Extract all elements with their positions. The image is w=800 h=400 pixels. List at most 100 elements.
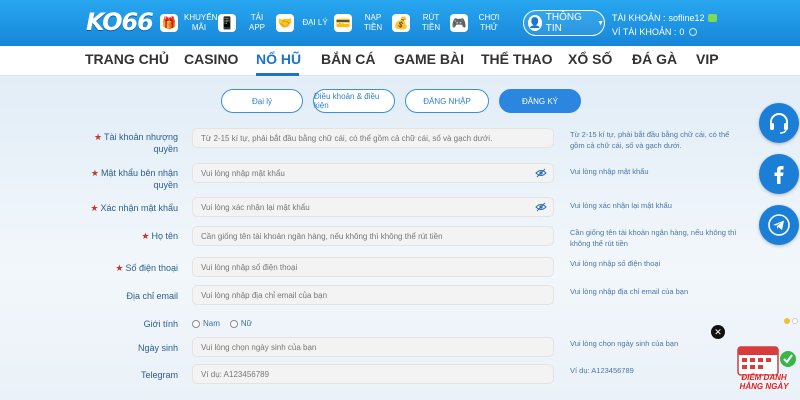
- telegram-input[interactable]: Ví dụ: A123456789: [192, 364, 554, 384]
- confirm-password-placeholder: Vui lòng xác nhận lại mật khẩu: [201, 202, 310, 212]
- label-text: Tài khoản nhượng quyền: [104, 132, 178, 154]
- radio-label: Nữ: [240, 319, 253, 328]
- label-text: Họ tên: [151, 231, 178, 241]
- tab-agency[interactable]: Đại lý: [221, 89, 303, 113]
- email-placeholder: Vui lòng nhập địa chỉ email của bạn: [201, 290, 328, 300]
- email-label: Địa chỉ email: [68, 290, 178, 302]
- nav-promotions[interactable]: 🎁 KHUYẾN MÃI: [160, 6, 218, 40]
- tab-login[interactable]: ĐĂNG NHẬP: [405, 89, 489, 113]
- confirm-password-label: ★ Xác nhận mật khẩu: [68, 202, 178, 214]
- telegram-label: Telegram: [68, 369, 178, 381]
- birthday-label: Ngày sinh: [68, 342, 178, 354]
- phone-label: ★ Số điện thoại: [68, 262, 178, 274]
- label-text: Mật khẩu bên nhận quyền: [100, 168, 178, 190]
- label-text: Số điện thoại: [125, 263, 178, 273]
- account-label: TÀI KHOẢN :: [612, 13, 666, 23]
- active-nav-underline: [256, 73, 299, 76]
- eye-slash-icon[interactable]: [535, 202, 547, 212]
- handshake-icon: 🤝: [276, 14, 294, 32]
- gender-female-radio[interactable]: Nữ: [229, 319, 253, 328]
- daily-checkin-text[interactable]: ĐIỂM DANH HẰNG NGÀY: [729, 373, 799, 391]
- fullname-placeholder: Cần giống tên tài khoản ngân hàng, nếu k…: [201, 231, 443, 241]
- telegram-icon: [768, 214, 790, 236]
- fullname-input[interactable]: Cần giống tên tài khoản ngân hàng, nếu k…: [192, 226, 554, 246]
- label-text: Xác nhận mật khẩu: [100, 203, 178, 213]
- username-input[interactable]: Từ 2-15 kí tự, phải bắt đầu bằng chữ cái…: [192, 128, 554, 148]
- telegram-placeholder: Ví dụ: A123456789: [201, 369, 270, 379]
- nav-item-cockfight[interactable]: ĐÁ GÀ: [632, 51, 677, 67]
- password-hint: Vui lòng nhập mật khẩu: [570, 167, 649, 176]
- eye-slash-icon[interactable]: [535, 168, 547, 178]
- label-text: Ngày sinh: [137, 343, 178, 353]
- gender-male-radio[interactable]: Nam: [192, 319, 220, 328]
- nav-agency[interactable]: 🤝 ĐẠI LÝ: [276, 6, 334, 40]
- facebook-button[interactable]: [759, 154, 799, 194]
- carousel-dot[interactable]: [792, 318, 798, 324]
- nav-label: ĐẠI LÝ: [302, 18, 328, 27]
- site-logo[interactable]: KO66: [86, 7, 154, 37]
- username-hint: Từ 2-15 kí tự, phải bắt đầu bằng chữ cái…: [570, 130, 730, 150]
- account-username: sofline12: [668, 13, 705, 23]
- telegram-button[interactable]: [759, 205, 799, 245]
- password-placeholder: Vui lòng nhập mật khẩu: [201, 168, 285, 178]
- top-header: KO66 🎁 KHUYẾN MÃI 📱 TẢI APP 🤝 ĐẠI LÝ 💳 N…: [0, 0, 800, 46]
- phone-placeholder: Vui lòng nhập số điện thoại: [201, 262, 298, 272]
- nav-label: RÚT TIỀN: [421, 13, 441, 32]
- confirm-password-hint: Vui lòng xác nhận lại mật khẩu: [570, 201, 672, 210]
- account-badge-icon[interactable]: [707, 14, 717, 22]
- nav-deposit[interactable]: 💳 NẠP TIỀN: [334, 6, 392, 40]
- wallet-balance: 0: [679, 27, 685, 37]
- label-text: Giới tính: [143, 319, 178, 329]
- info-label: THÔNG TIN: [545, 12, 582, 34]
- required-star-icon: ★: [141, 231, 150, 241]
- fullname-hint: Cần giống tên tài khoản ngân hàng, nếu k…: [570, 228, 737, 248]
- required-star-icon: ★: [90, 168, 99, 178]
- gender-radio-group: Nam Nữ: [192, 319, 262, 328]
- nav-download-app[interactable]: 📱 TẢI APP: [218, 6, 276, 40]
- refresh-icon[interactable]: [689, 28, 698, 36]
- nav-item-casino[interactable]: CASINO: [184, 51, 238, 67]
- radio-label: Nam: [203, 319, 220, 328]
- telegram-hint: Ví dụ: A123456789: [570, 366, 634, 375]
- password-input[interactable]: Vui lòng nhập mật khẩu: [192, 163, 554, 183]
- nav-label: KHUYẾN MÃI: [184, 13, 218, 32]
- wallet-icon: 💳: [334, 14, 352, 32]
- phone-icon: 📱: [218, 14, 236, 32]
- nav-item-card-games[interactable]: GAME BÀI: [394, 51, 464, 67]
- gamepad-icon: 🎮: [450, 14, 468, 32]
- radio-circle[interactable]: [192, 319, 200, 328]
- close-icon[interactable]: ✕: [711, 325, 725, 339]
- gift-icon: 🎁: [160, 14, 178, 32]
- account-panel: TÀI KHOẢN : sofline12 VÍ TÀI KHOẢN : 0: [612, 11, 717, 39]
- phone-input[interactable]: Vui lòng nhập số điện thoại: [192, 257, 554, 277]
- confirm-password-input[interactable]: Vui lòng xác nhận lại mật khẩu: [192, 197, 554, 217]
- nav-item-vip[interactable]: VIP: [696, 51, 719, 67]
- birthday-input[interactable]: Vui lòng chọn ngày sinh của bạn: [192, 337, 554, 357]
- label-text: Telegram: [140, 370, 178, 380]
- tab-register[interactable]: ĐĂNG KÝ: [499, 89, 581, 113]
- nav-item-sports[interactable]: THỂ THAO: [481, 51, 553, 67]
- label-text: Địa chỉ email: [126, 291, 178, 301]
- nav-item-slots[interactable]: NỔ HŨ: [256, 51, 301, 67]
- username-placeholder: Từ 2-15 kí tự, phải bắt đầu bằng chữ cái…: [201, 133, 493, 143]
- required-star-icon: ★: [90, 203, 99, 213]
- password-label: ★ Mật khẩu bên nhận quyền: [68, 167, 178, 191]
- nav-try-play[interactable]: 🎮 CHƠI THỬ: [450, 6, 508, 40]
- tab-terms[interactable]: Điều khoản & điều kiện: [313, 89, 395, 113]
- radio-circle[interactable]: [229, 319, 238, 328]
- carousel-dot[interactable]: [784, 318, 790, 324]
- support-button[interactable]: [759, 103, 799, 143]
- daily-checkin-promo[interactable]: [728, 343, 800, 400]
- email-input[interactable]: Vui lòng nhập địa chỉ email của bạn: [192, 285, 554, 305]
- main-navigation: TRANG CHỦ CASINO NỔ HŨ BẮN CÁ GAME BÀI T…: [0, 46, 800, 76]
- phone-hint: Vui lòng nhập số điện thoại: [570, 259, 661, 268]
- nav-withdraw[interactable]: 💰 RÚT TIỀN: [392, 6, 450, 40]
- chevron-down-icon: ▼: [597, 19, 604, 27]
- fullname-label: ★ Họ tên: [68, 230, 178, 242]
- nav-item-fishing[interactable]: BẮN CÁ: [321, 51, 375, 67]
- required-star-icon: ★: [115, 263, 124, 273]
- nav-item-home[interactable]: TRANG CHỦ: [85, 51, 169, 67]
- nav-item-lottery[interactable]: XỔ SỐ: [568, 51, 612, 67]
- carousel-dots: [784, 318, 800, 324]
- info-dropdown-button[interactable]: 👤 THÔNG TIN ▼: [523, 10, 605, 36]
